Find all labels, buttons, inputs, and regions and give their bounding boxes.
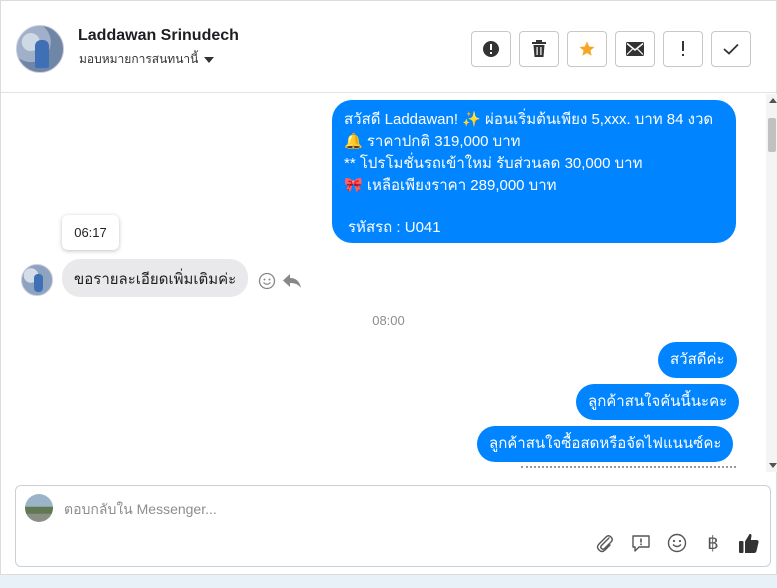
- promo-line: ** โปรโมชั่นรถเข้าใหม่ รับส่วนลด 30,000 …: [344, 155, 643, 172]
- envelope-icon: [626, 42, 644, 56]
- contact-avatar[interactable]: [16, 25, 64, 73]
- reply-input[interactable]: [64, 498, 744, 520]
- saved-reply-icon: [632, 535, 650, 552]
- baht-icon: ฿: [707, 532, 719, 554]
- emoji-button[interactable]: [666, 532, 688, 554]
- conversation-panel: Laddawan Srinudech มอบหมายการสนทนานี้ สว…: [0, 0, 777, 575]
- chevron-down-icon: [204, 56, 215, 63]
- contact-name[interactable]: Laddawan Srinudech: [78, 27, 239, 45]
- promo-line: 🔔 ราคาปกติ 319,000 บาท: [344, 133, 521, 150]
- mark-unread-button[interactable]: [615, 31, 655, 67]
- conversation-header: Laddawan Srinudech มอบหมายการสนทนานี้: [1, 1, 776, 93]
- alert-circle-icon: [483, 41, 499, 57]
- scroll-up-arrow-icon[interactable]: [769, 98, 777, 103]
- outgoing-message[interactable]: ลูกค้าสนใจซื้อสดหรือจัดไฟแนนซ์คะ: [477, 426, 734, 462]
- mark-done-button[interactable]: [711, 31, 751, 67]
- assign-conversation-dropdown[interactable]: มอบหมายการสนทนานี้: [79, 50, 215, 69]
- saved-replies-button[interactable]: [630, 532, 652, 554]
- like-button[interactable]: [738, 532, 760, 554]
- timestamp-tooltip: 06:17: [62, 215, 119, 250]
- outgoing-message[interactable]: ลูกค้าสนใจคันนี้นะคะ: [576, 384, 740, 420]
- header-actions: [471, 31, 751, 67]
- scroll-down-arrow-icon[interactable]: [769, 463, 777, 468]
- incoming-message[interactable]: ขอรายละเอียดเพิ่มเติมค่ะ: [62, 259, 249, 297]
- partially-visible-message: [521, 466, 736, 472]
- emoji-icon: [667, 533, 687, 553]
- promo-line: 🎀 เหลือเพียงราคา 289,000 บาท: [344, 177, 557, 194]
- check-icon: [723, 43, 739, 55]
- outgoing-message-promo[interactable]: สวัสดี Laddawan! ✨ ผ่อนเริ่มต้นเพียง 5,x…: [332, 100, 736, 243]
- time-separator: 08:00: [372, 313, 405, 328]
- assign-label: มอบหมายการสนทนานี้: [79, 52, 199, 66]
- star-icon: [579, 41, 595, 56]
- payment-button[interactable]: ฿: [702, 532, 724, 554]
- promo-line: รหัสรถ : U041: [348, 219, 441, 236]
- spam-button[interactable]: [471, 31, 511, 67]
- thread-scrollbar[interactable]: [766, 94, 777, 472]
- reply-icon[interactable]: [282, 272, 302, 290]
- attachment-icon: [596, 535, 613, 553]
- composer-tools: ฿: [594, 532, 760, 554]
- promo-line: สวัสดี Laddawan! ✨ ผ่อนเริ่มต้นเพียง 5,x…: [344, 111, 714, 128]
- reply-composer: ฿: [15, 485, 771, 567]
- follow-up-button[interactable]: [663, 31, 703, 67]
- sender-avatar: [21, 264, 53, 296]
- page-avatar: [25, 494, 53, 522]
- react-emoji-icon[interactable]: [258, 272, 276, 290]
- outgoing-message[interactable]: สวัสดีค่ะ: [658, 342, 737, 378]
- exclamation-icon: [682, 41, 684, 56]
- delete-button[interactable]: [519, 31, 559, 67]
- message-tools: [258, 272, 302, 290]
- trash-icon: [532, 40, 546, 57]
- message-thread[interactable]: สวัสดี Laddawan! ✨ ผ่อนเริ่มต้นเพียง 5,x…: [1, 94, 766, 472]
- like-icon: [739, 533, 759, 553]
- promo-spacer: [344, 197, 724, 217]
- star-button[interactable]: [567, 31, 607, 67]
- scrollbar-thumb[interactable]: [768, 118, 776, 152]
- attachment-button[interactable]: [594, 532, 616, 554]
